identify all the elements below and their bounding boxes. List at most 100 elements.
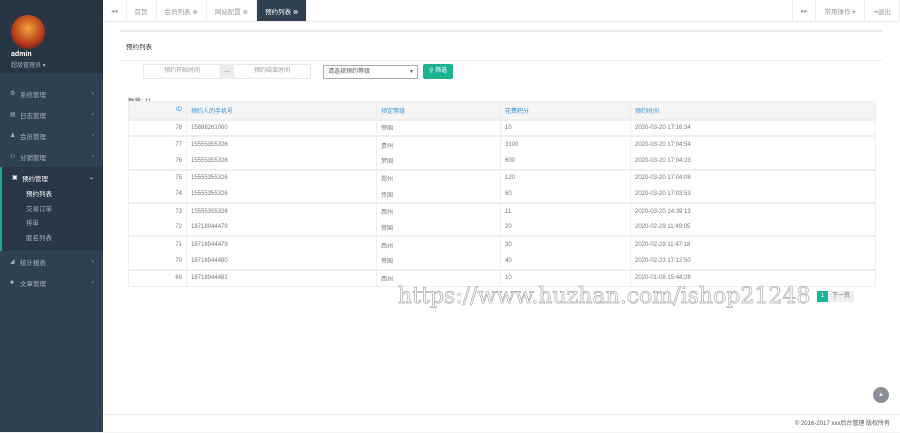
avatar[interactable] [11, 15, 45, 49]
table-cell: 2020-03-20 17:03:53 [630, 186, 876, 203]
table-cell: 73 [128, 201, 187, 220]
table-cell: 2020-03-20 14:39:13 [630, 201, 876, 220]
table-cell: 74 [128, 186, 187, 203]
pagination: 1 下一页 [817, 291, 855, 302]
next-page[interactable]: 下一页 [828, 291, 855, 302]
panel: 预约列表 [120, 30, 883, 61]
common-ops-dropdown[interactable]: 常用操作 ▾ [816, 0, 865, 21]
table-cell: 11 [500, 201, 631, 220]
table-cell: 贵州 [376, 135, 501, 153]
table-row: 78 15888261000 帝国 10 2020-03-20 17:16:34 [128, 118, 876, 137]
user-icon: ♟ [10, 133, 16, 139]
nav-label: 预约管理 [22, 175, 48, 183]
nav-members[interactable]: ♟ 会员管理 ‹ [0, 125, 103, 146]
table-cell: 15555355326 [186, 168, 377, 187]
table-row: 73 15555355326 西州 11 2020-03-20 14:39:13 [128, 201, 876, 220]
table-cell: 18718944479 [186, 219, 377, 237]
nav-log[interactable]: ▤ 日志管理 ‹ [0, 104, 103, 125]
table-row: 76 15555355326 梦国 600 2020-03-20 17:04:23 [128, 152, 876, 170]
nav-articles[interactable]: ■ 文章管理 ‹ [0, 272, 103, 293]
tab-site-config[interactable]: 网站配置 ⊗ [207, 0, 258, 21]
start-time-input[interactable]: 预约开始时间 [143, 64, 221, 79]
column-header[interactable]: 预约时间 [630, 101, 876, 120]
table-cell: 15555355326 [186, 201, 377, 220]
users-icon: ⚇ [10, 154, 16, 160]
tab-booking-list[interactable]: 预约列表 ⊗ [257, 0, 308, 21]
table-cell: 西州 [376, 235, 501, 253]
table-cell: 120 [500, 168, 631, 187]
subnav-anonymous[interactable]: 匿名列表 [2, 232, 103, 247]
column-header[interactable]: 花费积分 [500, 101, 631, 120]
filter-label: 筛选 [435, 68, 448, 74]
subnav-orders[interactable]: 交易订单 [2, 203, 103, 218]
username: admin [11, 51, 32, 58]
nav-distribution[interactable]: ⚇ 分销管理 ‹ [0, 146, 103, 167]
nav-system[interactable]: ⚙ 系统管理 ‹ [0, 83, 103, 104]
table-cell: 75 [128, 168, 187, 187]
booking-submenu: 预约列表 交易订单 排单 匿名列表 [0, 188, 103, 251]
table-cell: 2020-02-29 11:49:05 [630, 219, 876, 237]
chevron-left-icon: ‹ [92, 90, 94, 97]
nav-stats[interactable]: ◢ 统计报表 ‹ [0, 251, 103, 272]
watermark: https://www.huzhan.com/ishop21248 [398, 284, 811, 310]
level-select[interactable]: 请选择预约等级 ▼ [323, 64, 418, 79]
select-value: 请选择预约等级 [328, 68, 371, 75]
table-cell: 10 [500, 118, 631, 137]
caret-down-icon: ▼ [409, 68, 414, 75]
end-time-input[interactable]: 预约结束时间 [233, 64, 311, 79]
table-cell: 15555355326 [186, 135, 377, 153]
user-role-dropdown[interactable]: 超级管理员 ▾ [11, 60, 46, 69]
table-row: 74 15555355326 传国 60 2020-03-20 17:03:53 [128, 186, 876, 203]
sidebar: admin 超级管理员 ▾ ⚙ 系统管理 ‹ ▤ 日志管理 ‹ ♟ 会员管理 ‹ ⚇ 分销管理… [0, 0, 103, 432]
chevron-left-icon: ‹ [92, 258, 94, 265]
table-cell: 70 [128, 253, 187, 270]
nav-label: 日志管理 [20, 112, 46, 120]
table-cell: 2020-03-20 17:04:23 [630, 152, 876, 170]
tab-member-list[interactable]: 会员列表 ⊗ [157, 0, 207, 21]
tabs-back-button[interactable]: ◂◂ [103, 0, 127, 21]
chart-icon: ◢ [10, 259, 15, 265]
filter-button[interactable]: ⚲ 筛选 [423, 64, 454, 79]
tab-home[interactable]: 首页 [127, 0, 157, 21]
table-row: 71 18718944479 西州 30 2020-02-29 11:47:18 [128, 235, 876, 253]
page-1[interactable]: 1 [817, 291, 828, 302]
column-header[interactable]: 预约人的手机号 [186, 101, 377, 120]
table-cell: 西州 [376, 201, 501, 220]
table-cell: 76 [128, 152, 187, 170]
tabs-forward-button[interactable]: ▸▸ [791, 0, 817, 21]
table-cell: 15888261000 [186, 118, 377, 137]
nav-label: 分销管理 [20, 154, 46, 162]
column-header[interactable]: 预定等级 [376, 101, 501, 120]
table-row: 70 18718944480 帝国 40 2020-02-23 17:12:50 [128, 253, 876, 270]
column-header[interactable]: ID [128, 101, 187, 120]
panel-title: 预约列表 [120, 32, 883, 61]
table-cell: 78 [128, 118, 187, 137]
table-cell: 3100 [500, 135, 631, 153]
nav-label: 系统管理 [20, 91, 46, 99]
chevron-down-icon: ⌄ [88, 175, 94, 181]
nav-booking[interactable]: ▣ 预约管理 ⌄ [0, 167, 103, 188]
table-cell: 2020-02-23 17:12:50 [630, 253, 876, 270]
back-to-top-button[interactable]: ▲ [873, 387, 889, 403]
subnav-booking-list[interactable]: 预约列表 [2, 188, 103, 203]
chevron-left-icon: ‹ [92, 153, 94, 160]
table-cell: 梦国 [376, 152, 501, 170]
table-cell: 传国 [376, 186, 501, 203]
table-cell: 77 [128, 135, 187, 153]
table-cell: 帝国 [376, 219, 501, 237]
footer: © 2016-2017 xxx后台管理 版权所有 [103, 414, 900, 432]
table-cell: 71 [128, 235, 187, 253]
logout-button[interactable]: ⇥退出 [865, 0, 900, 21]
booking-table: ID 预约人的手机号 预定等级 花费积分 预约时间 78 15888261000 帝国 10 2… [128, 101, 876, 287]
content: 预约列表 预约开始时间 — 预约结束时间 请选择预约等级▼ ⚲ 筛选 数量: 1… [103, 22, 900, 414]
table-cell: 帝国 [376, 118, 501, 137]
nav-label: 文章管理 [20, 280, 46, 288]
table-cell: 18718944480 [186, 253, 377, 270]
table-cell: 600 [500, 152, 631, 170]
range-separator: — [221, 64, 233, 79]
subnav-queue[interactable]: 排单 [2, 217, 103, 232]
profile: admin 超级管理员 ▾ [0, 0, 103, 73]
table-cell: 40 [500, 253, 631, 270]
table-cell: 郑州 [376, 168, 501, 187]
table-cell: 15555355326 [186, 152, 377, 170]
